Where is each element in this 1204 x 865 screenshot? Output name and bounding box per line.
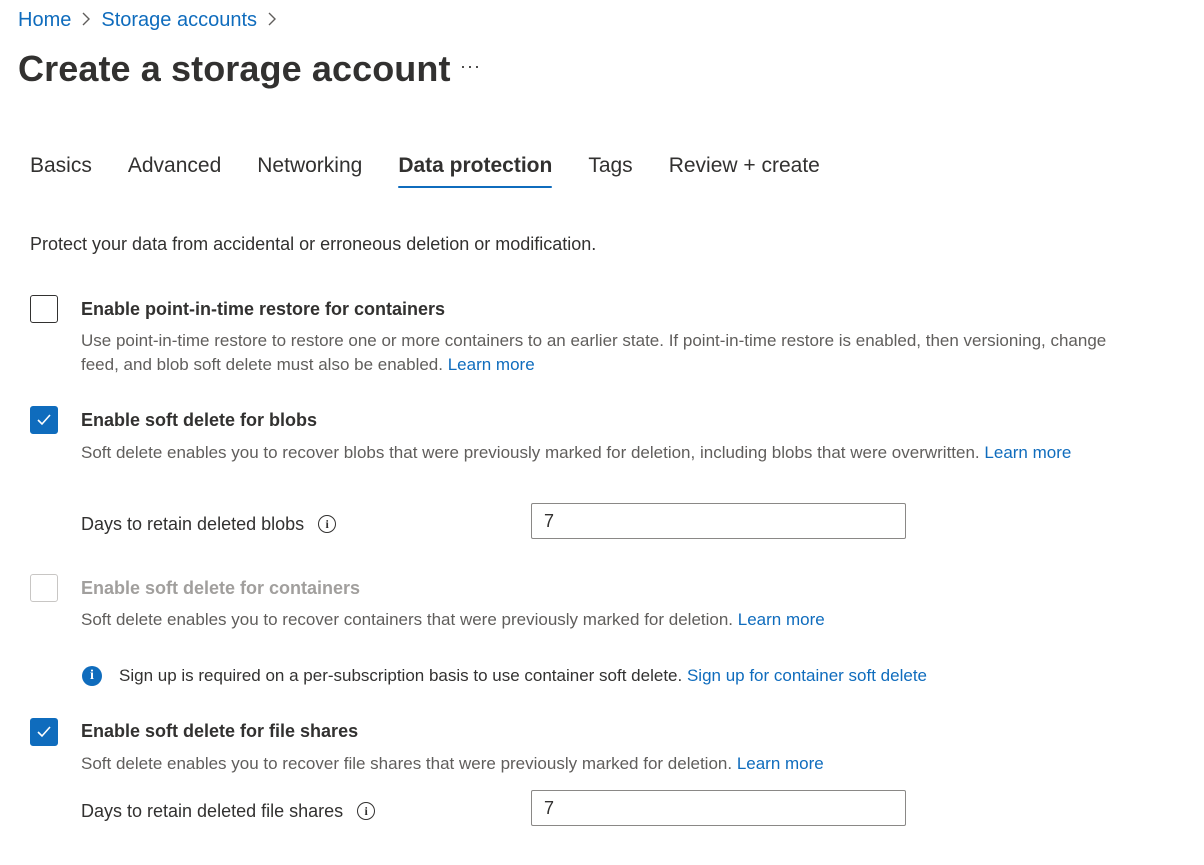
tab-networking[interactable]: Networking: [257, 150, 362, 188]
pitr-description-text: Use point-in-time restore to restore one…: [81, 331, 1107, 374]
pitr-title: Enable point-in-time restore for contain…: [81, 299, 446, 319]
blob-retention-label: Days to retain deleted blobs i: [81, 512, 337, 536]
container-soft-delete-learn-more-link[interactable]: Learn more: [738, 610, 825, 629]
tab-data-protection[interactable]: Data protection: [398, 150, 553, 188]
breadcrumb: Home Storage accounts: [18, 8, 287, 32]
tab-tags[interactable]: Tags: [588, 150, 632, 188]
container-soft-delete-signup-link[interactable]: Sign up for container soft delete: [687, 664, 927, 688]
chevron-right-icon: [267, 11, 277, 27]
tab-advanced[interactable]: Advanced: [128, 150, 221, 188]
blob-soft-delete-description-text: Soft delete enables you to recover blobs…: [81, 443, 980, 462]
blob-soft-delete-description: Soft delete enables you to recover blobs…: [81, 441, 1121, 465]
pitr-checkbox[interactable]: [30, 295, 58, 323]
pitr-learn-more-link[interactable]: Learn more: [448, 355, 535, 374]
section-description: Protect your data from accidental or err…: [30, 234, 597, 254]
blob-soft-delete-learn-more-link[interactable]: Learn more: [984, 443, 1071, 462]
container-soft-delete-notice: i Sign up is required on a per-subscript…: [82, 664, 927, 688]
container-soft-delete-checkbox: [30, 574, 58, 602]
blob-retention-label-text: Days to retain deleted blobs: [81, 514, 305, 534]
more-options-button[interactable]: ···: [460, 56, 484, 80]
tab-review-create[interactable]: Review + create: [669, 150, 820, 188]
breadcrumb-home-link[interactable]: Home: [18, 8, 71, 32]
info-icon[interactable]: i: [318, 515, 337, 533]
file-share-soft-delete-description-text: Soft delete enables you to recover file …: [81, 754, 733, 773]
blob-soft-delete-checkbox[interactable]: [30, 406, 58, 434]
info-icon[interactable]: i: [357, 802, 376, 820]
info-icon: i: [82, 666, 102, 686]
blob-retention-days-input[interactable]: [531, 503, 906, 539]
tab-basics[interactable]: Basics: [30, 150, 92, 188]
file-share-soft-delete-description: Soft delete enables you to recover file …: [81, 752, 1121, 776]
container-soft-delete-title: Enable soft delete for containers: [81, 578, 361, 598]
file-share-soft-delete-title: Enable soft delete for file shares: [81, 721, 359, 741]
file-share-soft-delete-checkbox[interactable]: [30, 718, 58, 746]
file-share-retention-label: Days to retain deleted file shares i: [81, 799, 376, 823]
checkmark-icon: [37, 726, 51, 738]
container-soft-delete-notice-text: Sign up is required on a per-subscriptio…: [119, 666, 683, 685]
checkmark-icon: [37, 414, 51, 426]
chevron-right-icon: [81, 11, 91, 27]
blob-soft-delete-title: Enable soft delete for blobs: [81, 410, 318, 430]
container-soft-delete-description-text: Soft delete enables you to recover conta…: [81, 610, 734, 629]
page-title: Create a storage account: [18, 48, 451, 89]
file-share-soft-delete-learn-more-link[interactable]: Learn more: [737, 754, 824, 773]
breadcrumb-storage-accounts-link[interactable]: Storage accounts: [101, 8, 257, 32]
tab-list: Basics Advanced Networking Data protecti…: [30, 150, 856, 188]
file-share-retention-days-input[interactable]: [531, 790, 906, 826]
file-share-retention-label-text: Days to retain deleted file shares: [81, 801, 344, 821]
pitr-description: Use point-in-time restore to restore one…: [81, 329, 1121, 377]
container-soft-delete-description: Soft delete enables you to recover conta…: [81, 608, 1121, 632]
